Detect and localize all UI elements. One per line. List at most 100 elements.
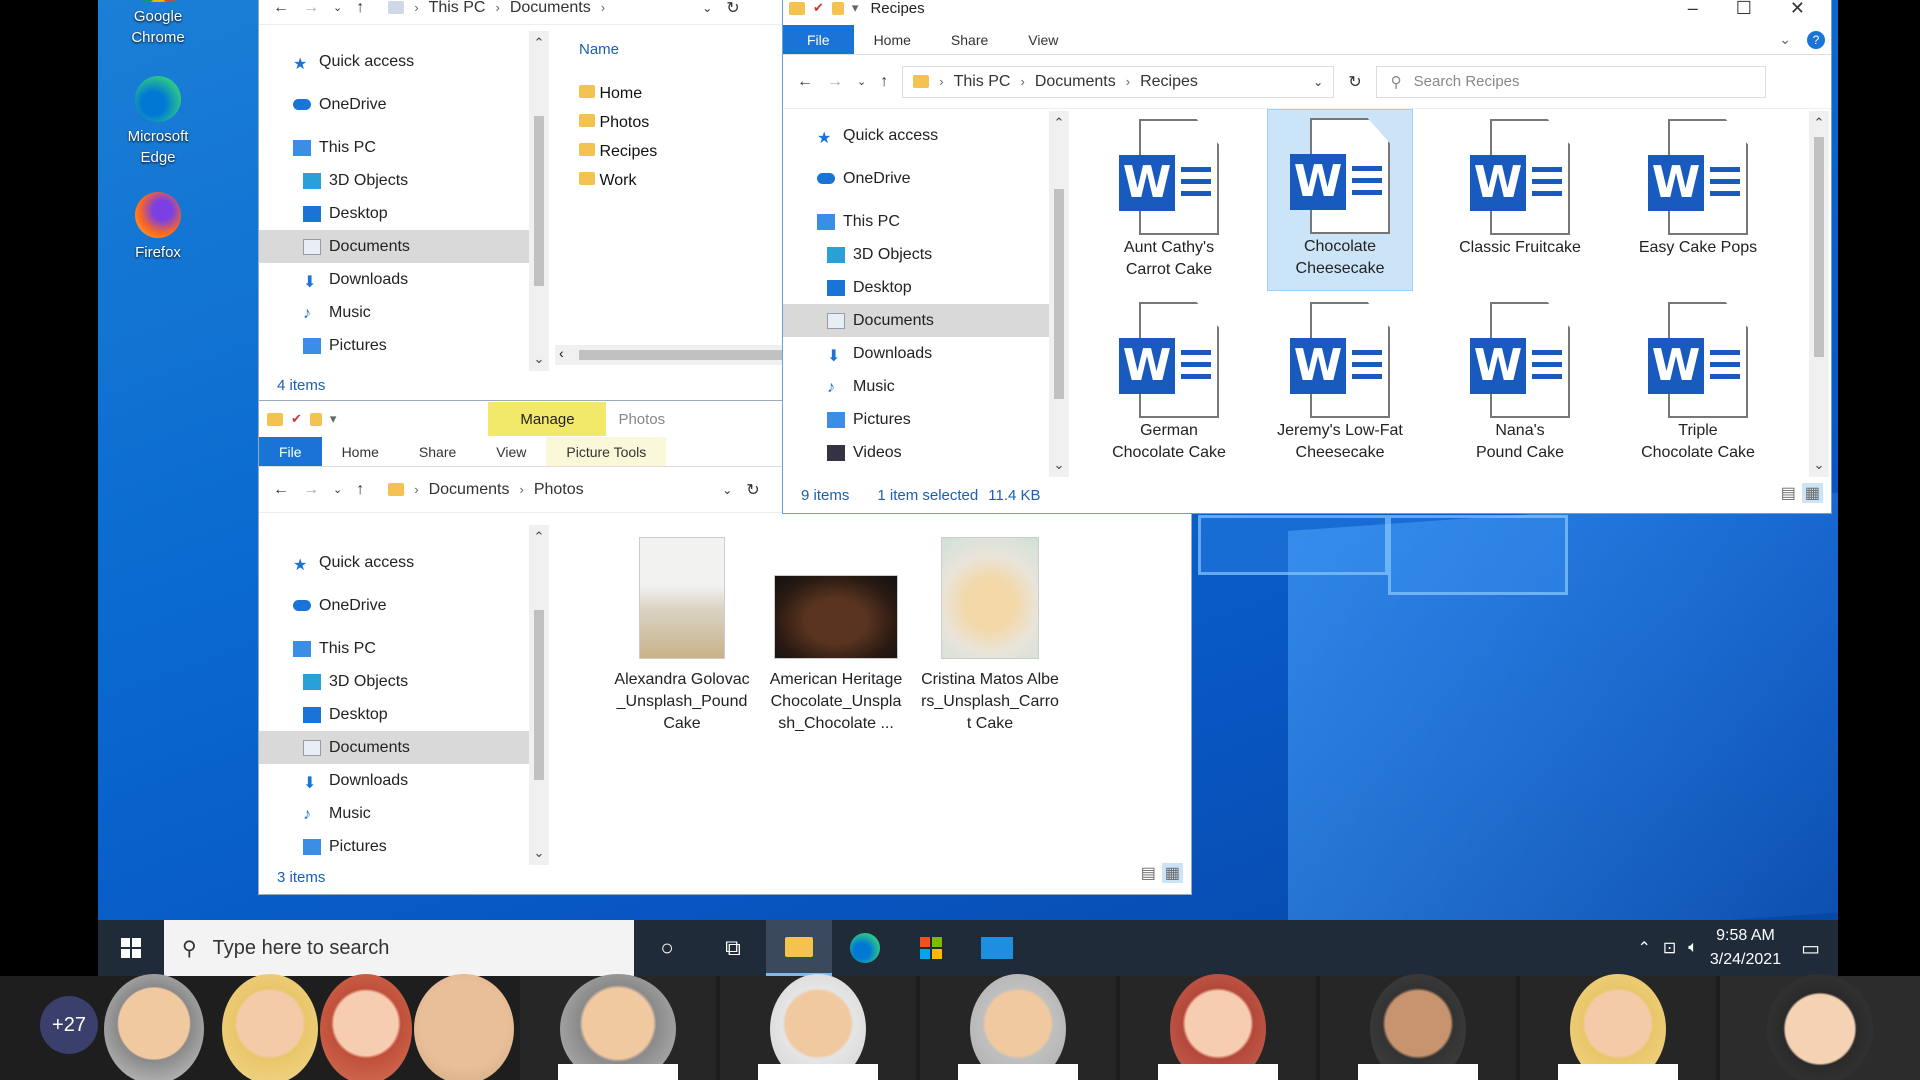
nav-desktop[interactable]: Desktop xyxy=(259,197,529,230)
nav-3d-objects[interactable]: 3D Objects xyxy=(783,238,1053,271)
nav-downloads[interactable]: ⬇ Downloads xyxy=(259,764,529,797)
clock[interactable]: 9:58 AM 3/24/2021 xyxy=(1710,924,1781,972)
nav-scrollbar[interactable]: ⌃ ⌄ xyxy=(1049,111,1069,477)
breadcrumb[interactable]: › This PC › Documents › Recipes ⌄ xyxy=(902,65,1335,98)
cortana-button[interactable]: ○ xyxy=(634,920,700,976)
nav-3d-objects[interactable]: 3D Objects xyxy=(259,665,529,698)
scroll-thumb[interactable] xyxy=(1814,137,1824,357)
scroll-down-icon[interactable]: ⌄ xyxy=(534,351,545,367)
nav-desktop[interactable]: Desktop xyxy=(783,271,1053,304)
mail-button[interactable] xyxy=(964,920,1030,976)
nav-quick-access[interactable]: ★ Quick access xyxy=(783,119,1053,152)
scroll-thumb[interactable] xyxy=(534,610,544,780)
breadcrumb[interactable]: › Documents › Photos xyxy=(378,474,708,506)
nav-documents[interactable]: Documents xyxy=(259,731,529,764)
file-item[interactable]: W German Chocolate Cake xyxy=(1089,294,1249,464)
tab-home[interactable]: Home xyxy=(854,25,931,54)
tab-view[interactable]: View xyxy=(476,437,546,466)
file-item[interactable]: W Triple Chocolate Cake xyxy=(1613,294,1783,464)
tab-picture-tools[interactable]: Picture Tools xyxy=(546,437,667,466)
file-explorer-button[interactable] xyxy=(766,920,832,976)
back-icon[interactable]: ← xyxy=(273,0,289,17)
notification-icon[interactable]: ▭ xyxy=(1801,936,1820,961)
back-icon[interactable]: ← xyxy=(273,481,289,499)
list-item[interactable]: Photos xyxy=(579,108,657,137)
desktop-icon-chrome[interactable]: Google Chrome xyxy=(108,0,208,48)
breadcrumb-this-pc[interactable]: This PC xyxy=(429,0,486,17)
nav-documents[interactable]: Documents xyxy=(783,304,1053,337)
forward-icon[interactable]: → xyxy=(303,481,319,499)
nav-music[interactable]: ♪ Music xyxy=(783,370,1053,403)
participant-tile[interactable] xyxy=(222,974,318,1080)
help-icon[interactable]: ? xyxy=(1807,30,1825,49)
up-icon[interactable]: ↑ xyxy=(356,481,364,499)
tab-file[interactable]: File xyxy=(783,25,854,54)
manage-context-tab[interactable]: Manage xyxy=(488,402,607,436)
list-item[interactable]: Work xyxy=(579,166,657,195)
customize-toolbar-icon[interactable]: ▾ xyxy=(852,0,859,16)
dropdown-icon[interactable]: ⌄ xyxy=(1313,75,1323,89)
forward-icon[interactable]: → xyxy=(303,0,319,17)
file-item[interactable]: W Nana's Pound Cake xyxy=(1435,294,1605,464)
nav-onedrive[interactable]: OneDrive xyxy=(259,88,529,121)
taskbar-search[interactable]: ⚲ Type here to search xyxy=(164,920,634,976)
nav-pictures[interactable]: Pictures xyxy=(259,830,529,863)
nav-3d-objects[interactable]: 3D Objects xyxy=(259,164,529,197)
photo-item[interactable]: Alexandra Golovac_Unsplash_Pound Cake xyxy=(607,529,757,735)
scroll-thumb[interactable] xyxy=(1054,189,1064,399)
participant-tile[interactable] xyxy=(920,974,1116,1080)
volume-icon[interactable]: 🔈︎ xyxy=(1688,939,1698,957)
close-icon[interactable]: ✕ xyxy=(1790,0,1805,19)
scroll-left-icon[interactable]: ‹ xyxy=(559,345,564,361)
dropdown-icon[interactable]: ⌄ xyxy=(702,1,712,15)
nav-desktop[interactable]: Desktop xyxy=(259,698,529,731)
refresh-icon[interactable]: ↻ xyxy=(746,480,759,500)
desktop-icon-firefox[interactable]: Firefox xyxy=(108,192,208,263)
participant-tile[interactable] xyxy=(414,974,514,1080)
forward-icon[interactable]: → xyxy=(827,73,843,91)
breadcrumb-recipes[interactable]: Recipes xyxy=(1140,73,1198,91)
scroll-thumb[interactable] xyxy=(534,116,544,286)
nav-this-pc[interactable]: This PC xyxy=(259,632,529,665)
tab-file[interactable]: File xyxy=(259,437,322,466)
nav-music[interactable]: ♪ Music xyxy=(259,797,529,830)
participant-tile[interactable] xyxy=(520,974,716,1080)
participant-tile[interactable] xyxy=(1520,974,1716,1080)
breadcrumb-documents[interactable]: Documents xyxy=(429,481,510,499)
desktop-icon-edge[interactable]: Microsoft Edge xyxy=(108,76,208,168)
breadcrumb-this-pc[interactable]: This PC xyxy=(954,73,1011,91)
participant-tile[interactable] xyxy=(1320,974,1516,1080)
nav-this-pc[interactable]: This PC xyxy=(783,205,1053,238)
scroll-up-icon[interactable]: ⌃ xyxy=(1814,115,1825,131)
chevron-down-icon[interactable]: ⌄ xyxy=(857,75,866,88)
details-view-icon[interactable]: ▤ xyxy=(1141,863,1156,883)
column-header-name[interactable]: Name xyxy=(579,41,619,58)
scroll-down-icon[interactable]: ⌄ xyxy=(534,845,545,861)
file-item[interactable]: W Aunt Cathy's Carrot Cake xyxy=(1089,111,1249,281)
participant-tile[interactable] xyxy=(1120,974,1316,1080)
scroll-down-icon[interactable]: ⌄ xyxy=(1054,457,1065,473)
breadcrumb[interactable]: › This PC › Documents › xyxy=(378,0,688,24)
chevron-down-icon[interactable]: ⌄ xyxy=(333,1,342,14)
properties-icon[interactable]: ✔ xyxy=(291,411,302,427)
file-item-selected[interactable]: W Chocolate Cheesecake xyxy=(1267,109,1413,291)
nav-onedrive[interactable]: OneDrive xyxy=(259,589,529,622)
dropdown-icon[interactable]: ⌄ xyxy=(722,483,732,497)
nav-pictures[interactable]: Pictures xyxy=(783,403,1053,436)
scroll-down-icon[interactable]: ⌄ xyxy=(1814,457,1825,473)
task-view-button[interactable]: ⧉ xyxy=(700,920,766,976)
minimize-icon[interactable]: – xyxy=(1688,0,1698,19)
nav-this-pc[interactable]: This PC xyxy=(259,131,529,164)
new-folder-icon[interactable] xyxy=(831,1,844,15)
nav-videos[interactable]: Videos xyxy=(783,436,1053,469)
content-scrollbar[interactable]: ⌃ ⌄ xyxy=(1809,111,1829,477)
scroll-up-icon[interactable]: ⌃ xyxy=(1054,115,1065,131)
list-item[interactable]: Home xyxy=(579,79,657,108)
photo-item[interactable]: American Heritage Chocolate_Unsplash_Cho… xyxy=(761,529,911,735)
nav-quick-access[interactable]: ★ Quick access xyxy=(259,546,529,579)
store-button[interactable] xyxy=(898,920,964,976)
list-item[interactable]: Recipes xyxy=(579,137,657,166)
scroll-up-icon[interactable]: ⌃ xyxy=(534,35,545,51)
nav-scrollbar[interactable]: ⌃ ⌄ xyxy=(529,31,549,371)
nav-documents[interactable]: Documents xyxy=(259,230,529,263)
